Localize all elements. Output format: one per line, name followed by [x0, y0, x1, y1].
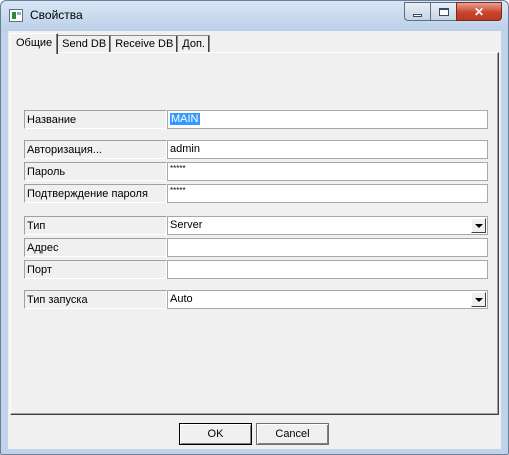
properties-window: Свойства ✕ Общие Send DB Receive DB Доп.… [0, 0, 509, 455]
tab-general[interactable]: Общие [10, 33, 59, 54]
tab-send-db[interactable]: Send DB [57, 35, 112, 53]
port-label: Порт [24, 260, 167, 279]
type-value: Server [170, 219, 203, 231]
auth-row: Авторизация... admin [24, 140, 488, 159]
auth-input[interactable]: admin [167, 140, 488, 159]
app-properties-icon [9, 9, 23, 22]
password-confirm-input[interactable]: ***** [167, 184, 488, 203]
tab-panel-general: Название MAIN Авторизация... admin Парол… [10, 52, 499, 415]
address-input[interactable] [167, 238, 488, 257]
name-value: MAIN [170, 113, 200, 125]
window-title: Свойства [30, 8, 83, 22]
launch-type-row: Тип запуска Auto [24, 290, 488, 309]
password-input[interactable]: ***** [167, 162, 488, 181]
launch-type-dropdown-button[interactable] [471, 292, 486, 307]
port-input[interactable] [167, 260, 488, 279]
type-select[interactable]: Server [167, 216, 488, 235]
cancel-button[interactable]: Cancel [256, 423, 329, 445]
tab-receive-db[interactable]: Receive DB [110, 35, 179, 53]
auth-label[interactable]: Авторизация... [24, 140, 167, 159]
tab-extra[interactable]: Доп. [177, 35, 210, 53]
button-bar: OK Cancel [8, 419, 501, 449]
title-bar[interactable]: Свойства ✕ [1, 1, 508, 31]
name-input[interactable]: MAIN [167, 110, 488, 129]
type-row: Тип Server [24, 216, 488, 235]
close-icon: ✕ [473, 4, 485, 19]
minimize-button[interactable] [404, 2, 430, 21]
address-label: Адрес [24, 238, 167, 257]
type-dropdown-button[interactable] [471, 218, 486, 233]
ok-button[interactable]: OK [179, 423, 252, 445]
chevron-down-icon [474, 298, 483, 302]
port-row: Порт [24, 260, 488, 279]
minimize-icon [413, 13, 422, 17]
password-row: Пароль ***** [24, 162, 488, 181]
dialog-client-area: Общие Send DB Receive DB Доп. Название M… [8, 31, 501, 449]
chevron-down-icon [474, 224, 483, 228]
password-label: Пароль [24, 162, 167, 181]
maximize-button[interactable] [430, 2, 456, 21]
name-row: Название MAIN [24, 110, 488, 129]
type-label: Тип [24, 216, 167, 235]
launch-type-label: Тип запуска [24, 290, 167, 309]
close-button[interactable]: ✕ [456, 2, 502, 21]
name-label: Название [24, 110, 167, 129]
launch-type-value: Auto [170, 293, 193, 305]
password-confirm-label: Подтверждение пароля [24, 184, 167, 203]
maximize-icon [438, 7, 449, 16]
launch-type-select[interactable]: Auto [167, 290, 488, 309]
tab-strip: Общие Send DB Receive DB Доп. [10, 33, 210, 54]
window-controls: ✕ [404, 2, 502, 21]
address-row: Адрес [24, 238, 488, 257]
password-confirm-row: Подтверждение пароля ***** [24, 184, 488, 203]
